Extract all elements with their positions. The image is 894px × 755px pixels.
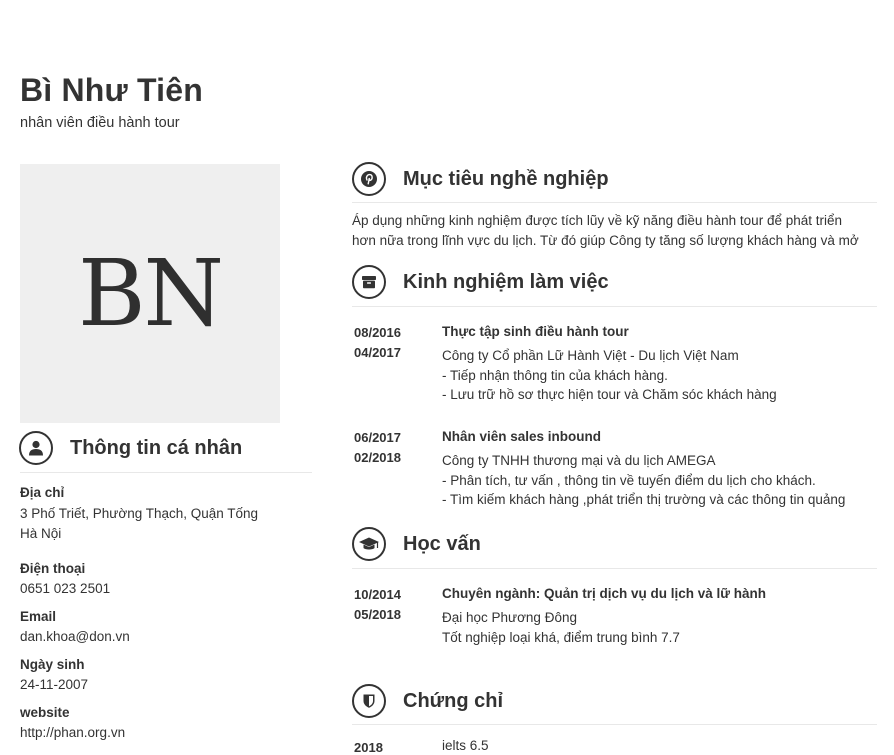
personal-info-header: Thông tin cá nhân <box>19 431 242 465</box>
education-school: Đại học Phương Đông <box>442 610 577 625</box>
candidate-name: Bì Như Tiên <box>20 72 204 108</box>
experience-duty: - Lưu trữ hồ sơ thực hiện tour và Chăm s… <box>442 387 777 402</box>
experience-duty: - Phân tích, tư vấn , thông tin về tuyến… <box>442 473 816 488</box>
user-icon <box>19 431 53 465</box>
experience-end-date: 02/2018 <box>354 450 401 465</box>
experience-header: Kinh nghiệm làm việc <box>352 265 609 299</box>
shield-icon <box>352 684 386 718</box>
objective-line-1: Áp dụng những kinh nghiệm được tích lũy … <box>352 213 842 228</box>
experience-company: Công ty Cổ phần Lữ Hành Việt - Du lịch V… <box>442 348 739 363</box>
experience-position: Thực tập sinh điều hành tour <box>442 324 629 339</box>
experience-start-date: 06/2017 <box>354 430 401 445</box>
experience-start-date: 08/2016 <box>354 325 401 340</box>
objective-title: Mục tiêu nghề nghiệp <box>403 167 609 190</box>
experience-position: Nhân viên sales inbound <box>442 429 602 444</box>
divider <box>20 472 312 473</box>
objective-text: Áp dụng những kinh nghiệm được tích lũy … <box>352 211 894 251</box>
divider <box>352 568 877 569</box>
email-value: dan.khoa@don.vn <box>20 629 130 644</box>
education-start-date: 10/2014 <box>354 587 401 602</box>
divider <box>352 724 877 725</box>
address-label: Địa chỉ <box>20 485 65 500</box>
graduation-cap-icon <box>352 527 386 561</box>
email-label: Email <box>20 609 57 624</box>
pinterest-icon <box>352 162 386 196</box>
certificates-header: Chứng chỉ <box>352 684 503 718</box>
avatar: BN <box>20 164 280 423</box>
objective-line-2: hơn nữa trong lĩnh vực du lịch. Từ đó gi… <box>352 233 859 248</box>
divider <box>352 202 877 203</box>
birth-value: 24-11-2007 <box>20 677 89 692</box>
objective-header: Mục tiêu nghề nghiệp <box>352 162 609 196</box>
job-title: nhân viên điều hành tour <box>20 115 180 131</box>
address-line-2: Hà Nội <box>20 526 62 541</box>
experience-title: Kinh nghiệm làm việc <box>403 270 609 293</box>
phone-label: Điện thoại <box>20 561 86 576</box>
avatar-initials: BN <box>77 240 224 347</box>
phone-value: 0651 023 2501 <box>20 581 111 596</box>
experience-end-date: 04/2017 <box>354 345 401 360</box>
address-line-1: 3 Phố Triết, Phường Thạch, Quận Tống <box>20 506 259 521</box>
archive-icon <box>352 265 386 299</box>
divider <box>352 306 877 307</box>
experience-duty: - Tìm kiếm khách hàng ,phát triển thị tr… <box>442 492 846 507</box>
education-major: Chuyên ngành: Quản trị dịch vụ du lịch v… <box>442 586 767 601</box>
certificate-year: 2018 <box>354 740 383 755</box>
experience-duty: - Tiếp nhận thông tin của khách hàng. <box>442 368 668 383</box>
certificate-name: ielts 6.5 <box>442 738 489 753</box>
education-end-date: 05/2018 <box>354 607 401 622</box>
website-label: website <box>20 705 70 720</box>
birth-label: Ngày sinh <box>20 657 85 672</box>
education-result: Tốt nghiệp loại khá, điểm trung bình 7.7 <box>442 630 680 645</box>
personal-info-title: Thông tin cá nhân <box>70 436 243 459</box>
education-title: Học vấn <box>403 532 481 555</box>
experience-company: Công ty TNHH thương mại và du lịch AMEGA <box>442 453 716 468</box>
education-header: Học vấn <box>352 527 481 561</box>
website-value: http://phan.org.vn <box>20 725 126 740</box>
certificates-title: Chứng chỉ <box>403 689 504 712</box>
